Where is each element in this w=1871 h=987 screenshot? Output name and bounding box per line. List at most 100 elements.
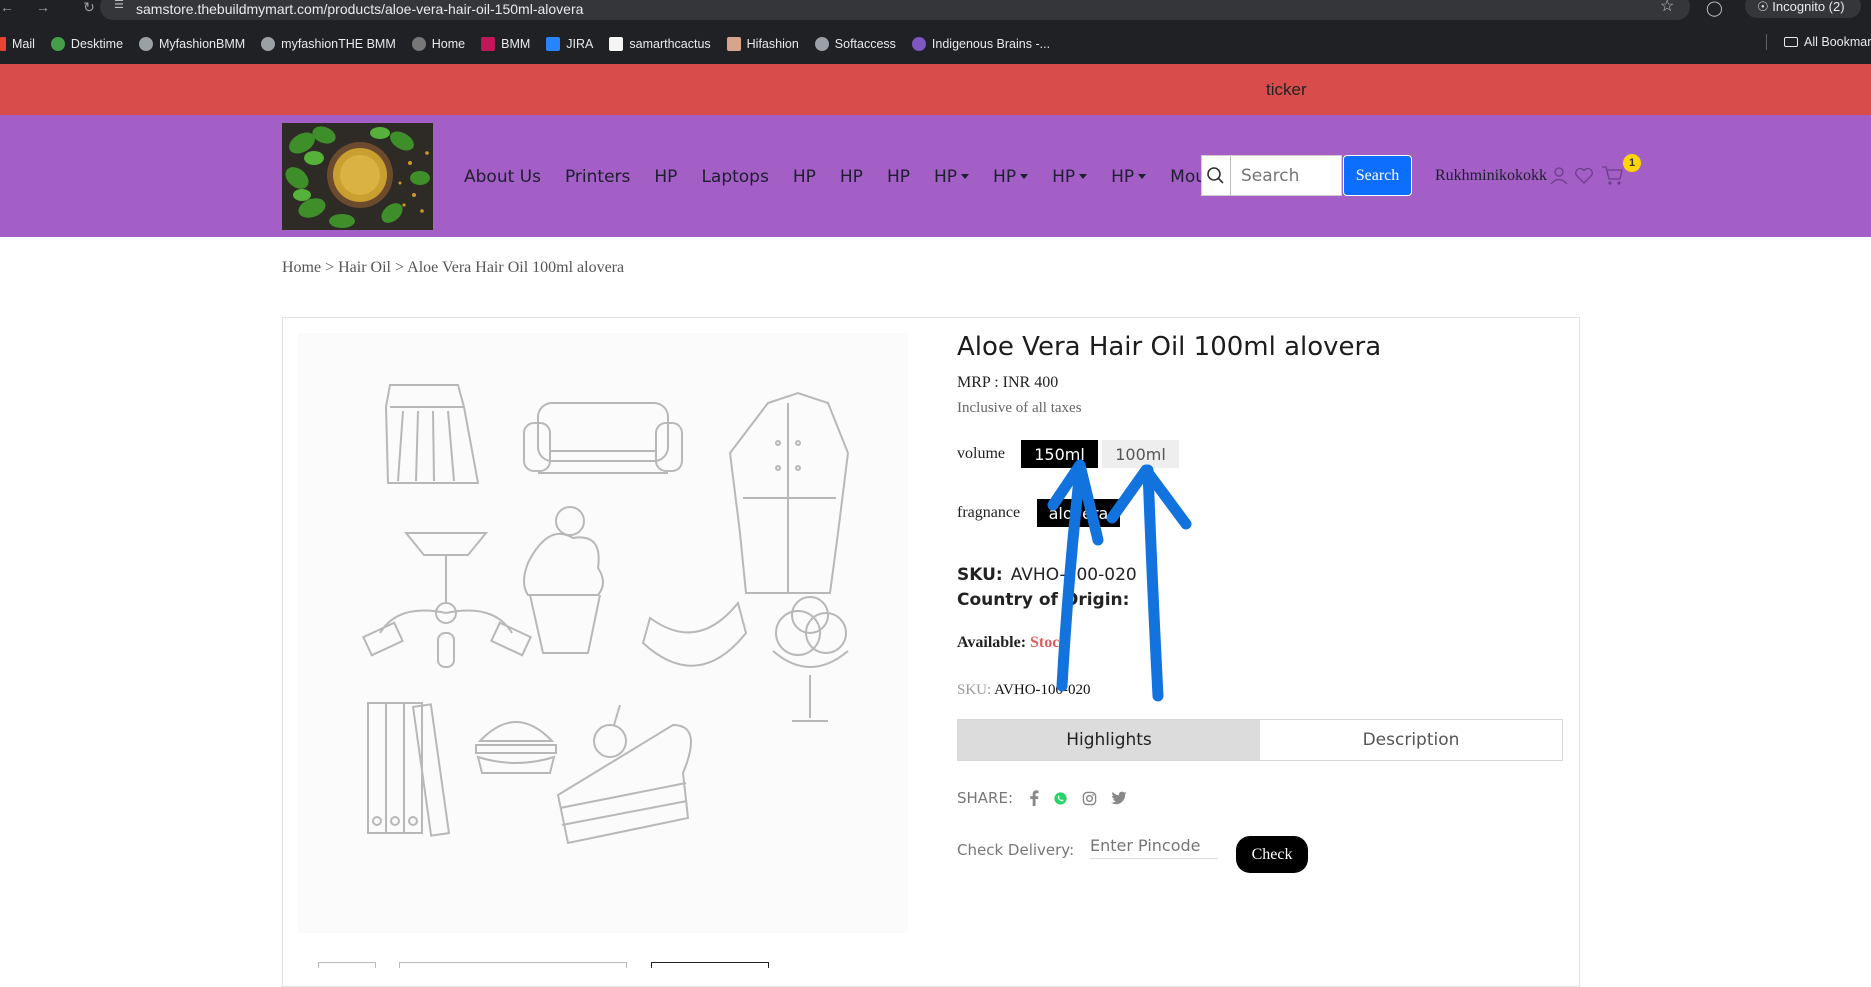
bookmark-label: Mail <box>12 37 35 51</box>
browser-nav: ← → ↻ <box>0 0 96 16</box>
heart-icon[interactable] <box>1574 167 1594 190</box>
search-button[interactable]: Search <box>1343 155 1412 196</box>
extension-icon[interactable]: ◯ <box>1706 0 1723 17</box>
globe-icon <box>261 37 276 51</box>
thumbnail[interactable] <box>318 962 376 968</box>
nav-hp-dropdown[interactable]: HP <box>934 167 969 187</box>
globe-icon <box>139 37 154 51</box>
sku-row: SKU: AVHO-100-020 <box>957 565 1137 585</box>
gmail-icon <box>0 37 6 51</box>
indigenous-brains-icon <box>911 37 926 51</box>
reload-icon[interactable]: ↻ <box>82 0 96 16</box>
fragrance-option-alovera[interactable]: alovera <box>1037 499 1120 527</box>
nav-hp[interactable]: HP <box>887 167 910 187</box>
product-title: Aloe Vera Hair Oil 100ml alovera <box>957 332 1382 362</box>
ticker-text: ticker <box>1266 80 1307 99</box>
site-logo[interactable] <box>282 123 433 230</box>
tab-description[interactable]: Description <box>1260 720 1562 760</box>
search-icon <box>1202 156 1231 195</box>
bookmark-mail[interactable]: Mail <box>0 37 35 51</box>
cart-icon[interactable] <box>1600 163 1624 192</box>
nav-printers[interactable]: Printers <box>565 167 630 187</box>
thumbnail-selected[interactable] <box>651 962 769 968</box>
bmm-icon <box>481 37 496 51</box>
bookmarks-bar: Mail Desktime MyfashionBMM myfashionTHE … <box>0 34 1066 54</box>
bookmark-star-icon[interactable]: ☆ <box>1660 0 1674 15</box>
sku2-label: SKU: <box>957 682 992 698</box>
share-label: SHARE: <box>957 789 1014 807</box>
share-row: SHARE: <box>957 789 1141 807</box>
search-box <box>1201 155 1342 196</box>
facebook-icon[interactable] <box>1029 790 1039 806</box>
nav-hp[interactable]: HP <box>793 167 816 187</box>
breadcrumb[interactable]: Home > Hair Oil > Aloe Vera Hair Oil 100… <box>282 259 624 277</box>
bookmark-home[interactable]: Home <box>411 37 466 51</box>
bookmark-label: Desktime <box>70 37 124 51</box>
globe-icon <box>814 37 829 51</box>
ticker-bar: ticker <box>0 64 1871 115</box>
bookmark-label: BMM <box>501 37 531 51</box>
nav-hp-dropdown[interactable]: HP <box>1111 167 1146 187</box>
all-bookmarks-label: All Bookmarks <box>1804 35 1871 49</box>
nav-hp-dropdown[interactable]: HP <box>1052 167 1087 187</box>
url-text[interactable]: samstore.thebuildmymart.com/products/alo… <box>136 1 583 17</box>
sku-label: SKU: <box>957 565 1003 585</box>
home-site-icon <box>411 37 426 51</box>
back-icon[interactable]: ← <box>0 0 14 16</box>
bookmark-samarthcactus[interactable]: samarthcactus <box>609 37 711 51</box>
availability: Available: Stock <box>957 634 1068 652</box>
nav-hp[interactable]: HP <box>840 167 863 187</box>
incognito-icon: ☉ <box>1757 0 1769 14</box>
browser-chrome: ← → ↻ ☰ samstore.thebuildmymart.com/prod… <box>0 0 1871 64</box>
bookmark-label: myfashionTHE BMM <box>281 37 396 51</box>
volume-option-100ml[interactable]: 100ml <box>1102 440 1179 468</box>
forward-icon[interactable]: → <box>36 0 50 16</box>
bookmark-label: Indigenous Brains -... <box>931 37 1051 51</box>
bookmark-label: JIRA <box>566 37 594 51</box>
jira-icon <box>546 37 561 51</box>
instagram-icon[interactable] <box>1082 791 1097 806</box>
pincode-input[interactable] <box>1090 836 1218 859</box>
cart-count-badge: 1 <box>1623 154 1641 172</box>
user-icon[interactable] <box>1549 166 1569 191</box>
bookmark-softaccess[interactable]: Softaccess <box>814 37 896 51</box>
volume-option-150ml[interactable]: 150ml <box>1021 440 1098 468</box>
all-bookmarks[interactable]: All Bookmarks <box>1784 35 1871 49</box>
username[interactable]: Rukhminikokokk <box>1435 167 1547 185</box>
folder-icon <box>1784 37 1798 47</box>
sku-row-secondary: SKU: AVHO-100-020 <box>957 682 1091 699</box>
address-bar[interactable]: ☰ samstore.thebuildmymart.com/products/a… <box>100 0 1690 20</box>
thumbnail[interactable] <box>399 962 627 968</box>
product-image[interactable] <box>298 333 908 933</box>
bookmark-myfashionbmm[interactable]: MyfashionBMM <box>139 37 245 51</box>
nav-laptops[interactable]: Laptops <box>701 167 768 187</box>
hifashion-icon <box>726 37 741 51</box>
check-delivery-button[interactable]: Check <box>1236 836 1308 873</box>
bookmark-label: MyfashionBMM <box>159 37 246 51</box>
product-mrp: MRP : INR 400 <box>957 374 1059 391</box>
incognito-label: Incognito (2) <box>1772 0 1845 14</box>
bookmark-label: Softaccess <box>834 37 896 51</box>
nav-hp-dropdown[interactable]: HP <box>993 167 1028 187</box>
search-input[interactable] <box>1241 165 1341 186</box>
bookmark-myfashion-the-bmm[interactable]: myfashionTHE BMM <box>261 37 396 51</box>
bookmark-jira[interactable]: JIRA <box>546 37 593 51</box>
twitter-icon[interactable] <box>1111 791 1127 805</box>
tab-highlights[interactable]: Highlights <box>958 720 1260 760</box>
bookmark-label: Home <box>431 37 466 51</box>
toolbar: ← → ↻ ☰ samstore.thebuildmymart.com/prod… <box>0 0 1871 24</box>
incognito-badge[interactable]: ☉ Incognito (2) <box>1745 0 1861 18</box>
bookmark-bmm[interactable]: BMM <box>481 37 530 51</box>
site-header: About Us Printers HP Laptops HP HP HP HP… <box>0 115 1871 237</box>
nav-about-us[interactable]: About Us <box>464 167 541 187</box>
bookmark-indigenous-brains[interactable]: Indigenous Brains -... <box>911 37 1051 51</box>
site-info-icon[interactable]: ☰ <box>114 0 124 11</box>
placeholder-illustration <box>362 384 850 845</box>
nav-hp[interactable]: HP <box>654 167 677 187</box>
bookmark-desktime[interactable]: Desktime <box>50 37 124 51</box>
product-tabs: Highlights Description <box>957 719 1563 761</box>
bookmark-label: Hifashion <box>746 37 799 51</box>
whatsapp-icon[interactable] <box>1053 791 1068 806</box>
sku-value: AVHO-100-020 <box>1010 565 1137 585</box>
bookmark-hifashion[interactable]: Hifashion <box>726 37 799 51</box>
